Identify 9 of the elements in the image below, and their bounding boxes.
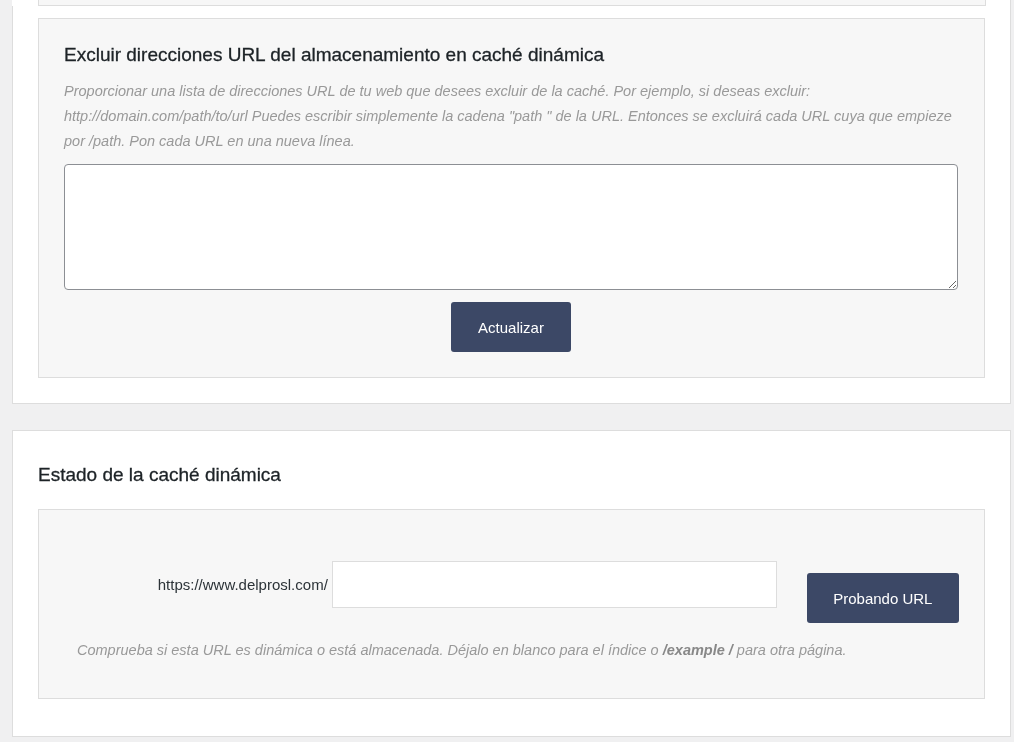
- section-title: Estado de la caché dinámica: [38, 463, 282, 487]
- section-title: Excluir direcciones URL del almacenamiento en caché dinámica: [64, 43, 605, 67]
- help-text: Comprueba si esta URL es dinámica o está almacenada. Déjalo en blanco para el índice o /example / para otra página.: [77, 642, 848, 658]
- url-input-field[interactable]: [331, 561, 777, 608]
- url-list-field[interactable]: [64, 164, 958, 290]
- url-prefix-label: https://www.delprosl.com/: [156, 576, 329, 593]
- section-description: Proporcionar una lista de direcciones URL de tu web que desees excluir de la caché. Por ejemplo, si deseas excluir: http://domain.com/path/to/url Puedes escribir simplemente la cadena "path " de la URL. Entonces se excluirá cada URL cuya que empieze por /path. Pon cada URL en una nueva línea.: [64, 82, 953, 151]
- update-button[interactable]: Actualizar: [451, 302, 571, 352]
- test-url-button[interactable]: Probando URL: [806, 573, 959, 623]
